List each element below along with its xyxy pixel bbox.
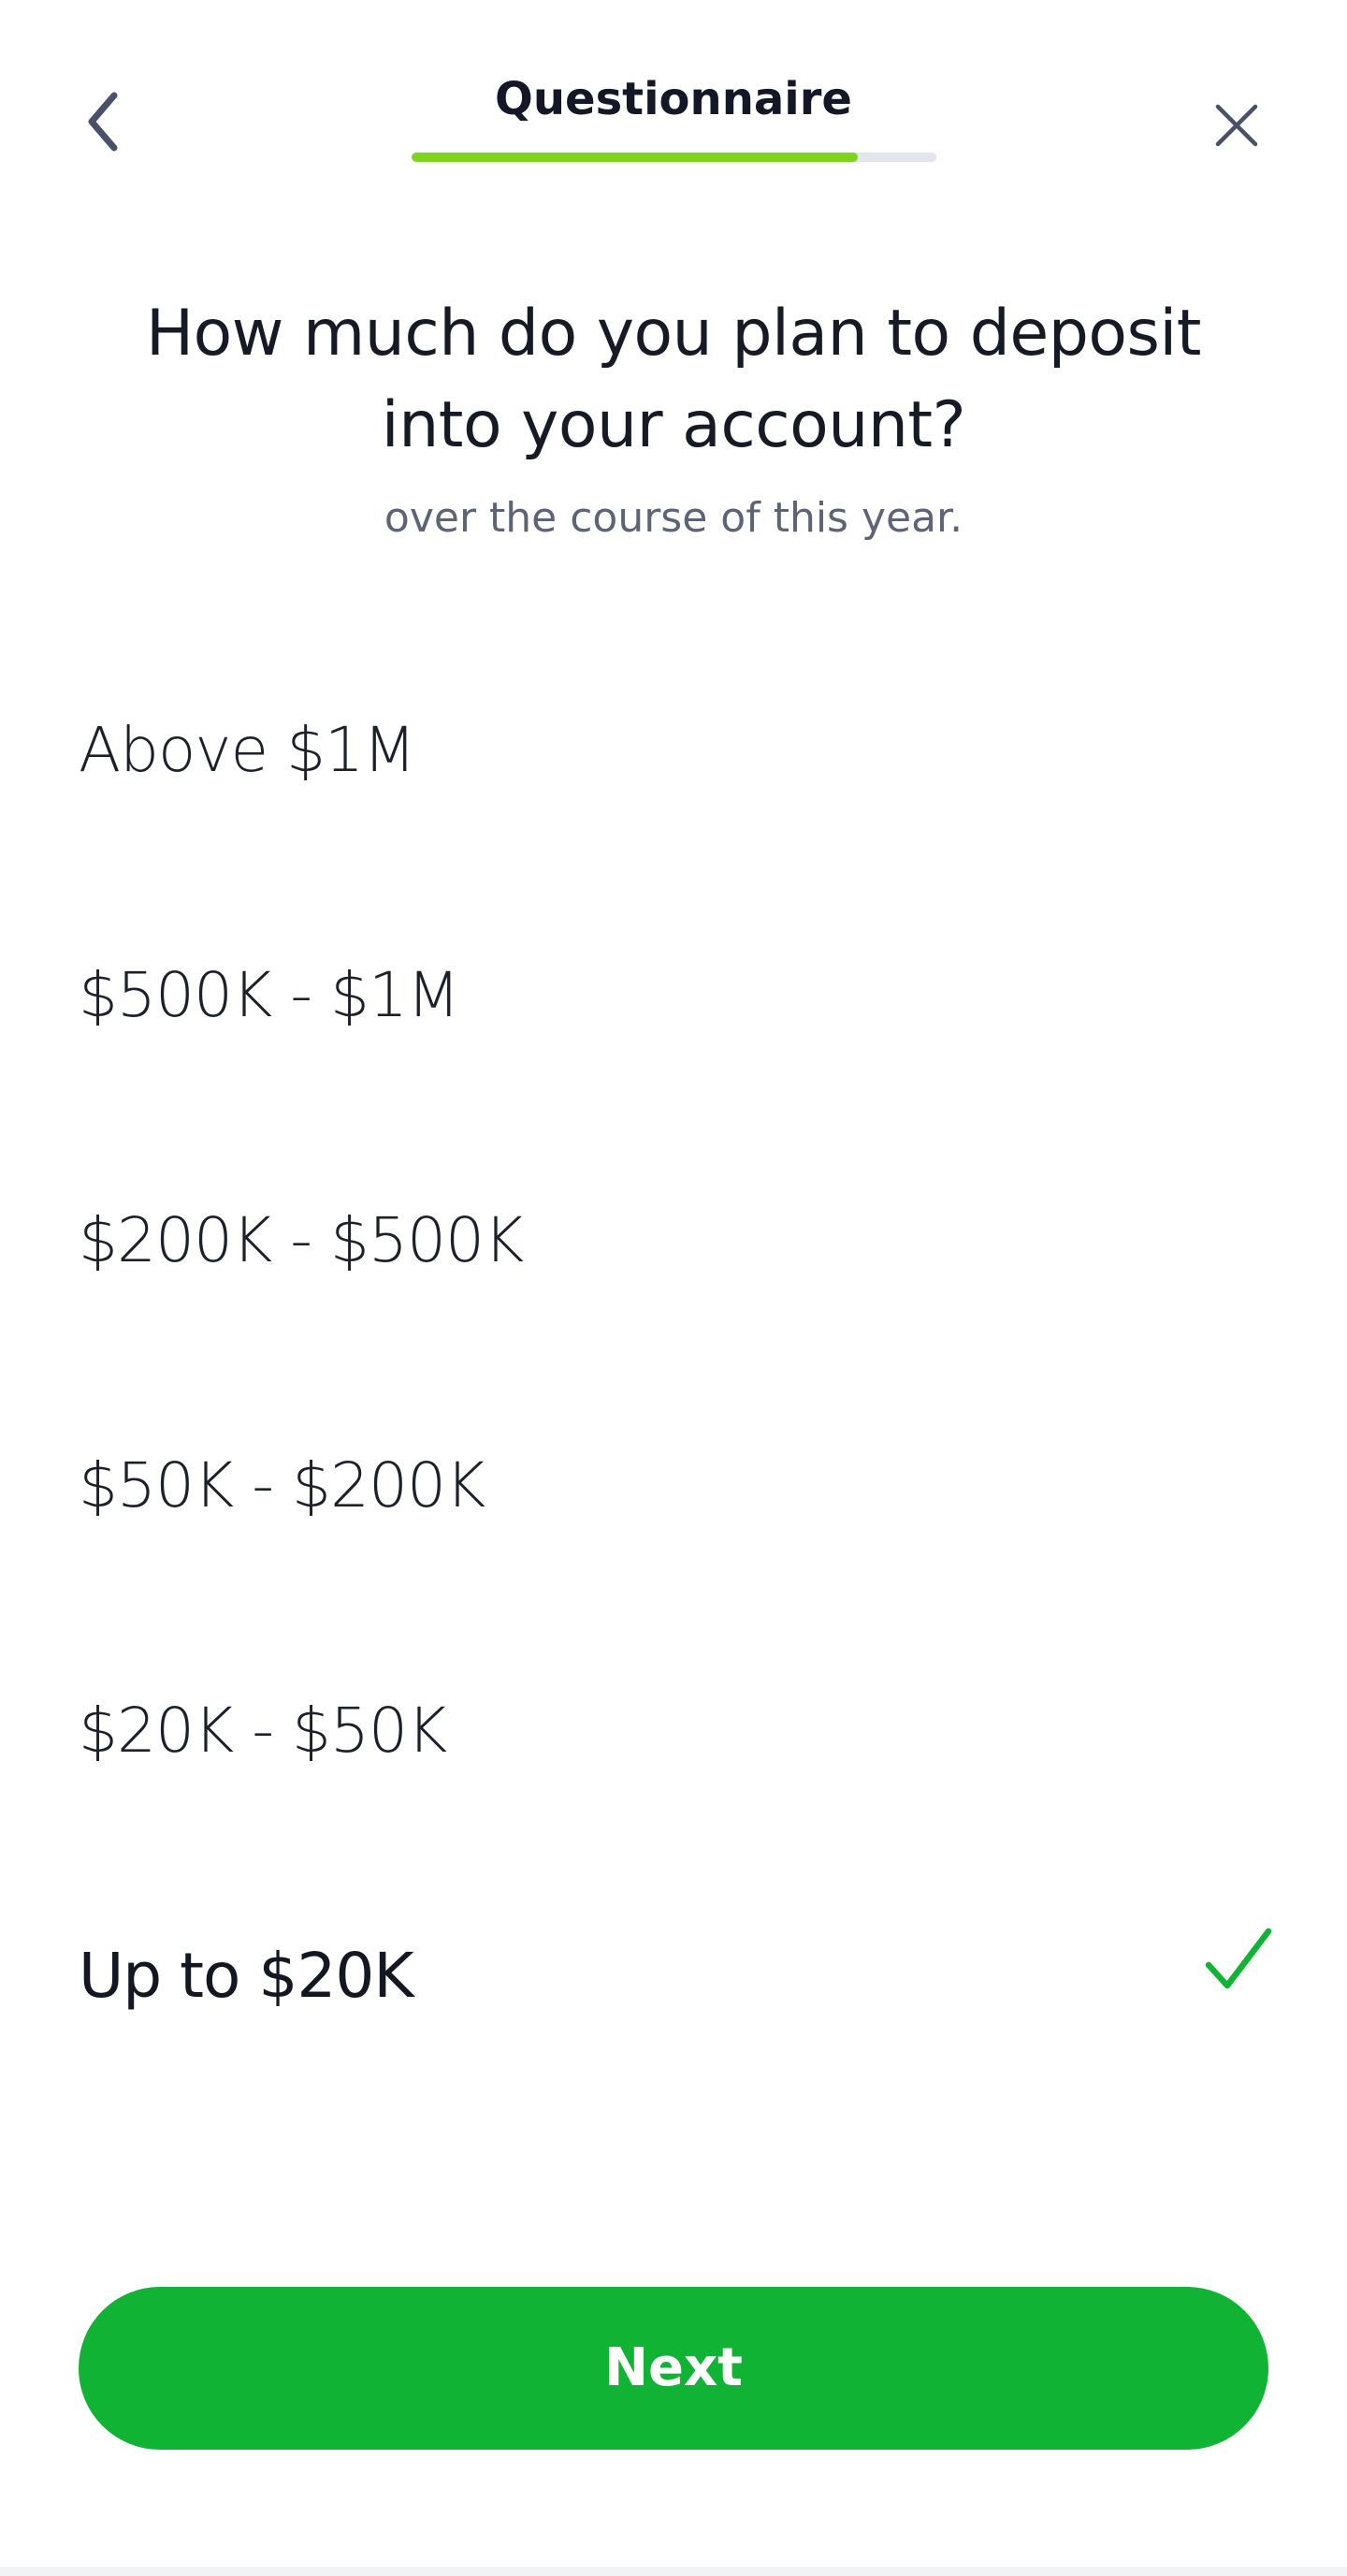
page-title: Questionnaire (495, 73, 852, 125)
option-label: $500K - $1M (79, 959, 460, 1031)
next-button[interactable]: Next (79, 2287, 1268, 2450)
progress-bar-fill (412, 153, 858, 162)
close-button[interactable] (1199, 88, 1274, 163)
option-label: Above $1M (79, 714, 416, 786)
option-200k-500k[interactable]: $200K - $500K (0, 1113, 1347, 1359)
question-title: How much do you plan to deposit into you… (146, 297, 1201, 462)
option-up-to-20k[interactable]: Up to $20K (0, 1849, 1347, 2094)
bottom-divider (0, 2567, 1347, 2576)
back-button[interactable] (67, 84, 142, 159)
questionnaire-screen: Questionnaire How much do you plan to de… (0, 0, 1347, 2576)
close-icon (1215, 104, 1258, 147)
option-500k-1m[interactable]: $500K - $1M (0, 868, 1347, 1113)
checkmark-icon (1205, 1928, 1272, 1989)
option-label: $200K - $500K (79, 1204, 524, 1276)
option-20k-50k[interactable]: $20K - $50K (0, 1604, 1347, 1849)
option-label: Up to $20K (79, 1940, 414, 2012)
options-list: Above $1M $500K - $1M $200K - $500K $50K… (0, 623, 1347, 2094)
progress-bar (412, 153, 936, 162)
question-subtitle: over the course of this year. (384, 494, 963, 542)
option-label: $50K - $200K (79, 1449, 485, 1521)
header: Questionnaire (0, 0, 1347, 187)
option-label: $20K - $50K (79, 1695, 447, 1767)
chevron-left-icon (88, 92, 118, 152)
option-above-1m[interactable]: Above $1M (0, 623, 1347, 868)
option-50k-200k[interactable]: $50K - $200K (0, 1359, 1347, 1604)
